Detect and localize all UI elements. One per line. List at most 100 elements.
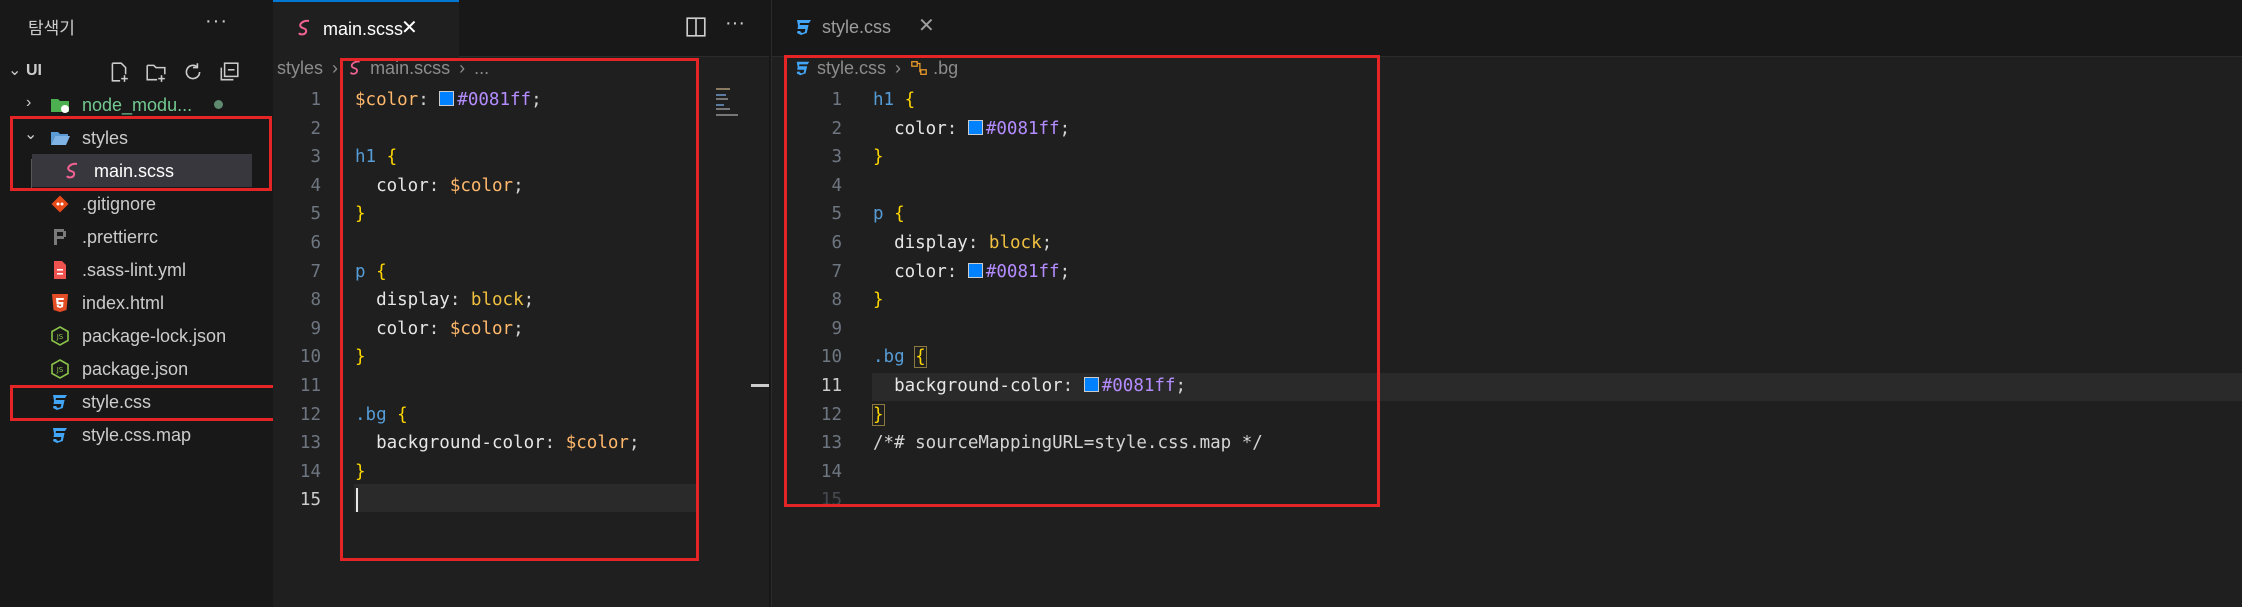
code-line: background-color: $color; [376, 433, 640, 454]
line-number: 14 [820, 461, 842, 482]
explorer-header: 탐색기 ··· [0, 0, 273, 56]
tab-bar: main.scss ✕ ··· [273, 0, 769, 58]
chevron-right-icon: › [332, 58, 339, 78]
line-number: 8 [831, 290, 842, 311]
node-icon: JS [51, 326, 69, 346]
chevron-down-icon: ⌄ [24, 126, 38, 143]
new-folder-icon[interactable] [145, 61, 167, 83]
close-icon[interactable]: ✕ [401, 15, 418, 40]
line-number: 10 [820, 347, 842, 368]
line-number: 12 [820, 404, 842, 425]
css-icon [796, 61, 810, 76]
tree-item-label: style.css.map [82, 425, 192, 445]
line-number: 10 [299, 347, 321, 368]
tree-item-prettierrc[interactable]: .prettierrc [0, 220, 273, 253]
line-number: 13 [820, 433, 842, 454]
sass-icon [298, 19, 310, 36]
explorer-sidebar: 탐색기 ··· ⌄ UI › node_modu... ⌄ styles mai… [0, 0, 299, 607]
split-editor-icon[interactable] [685, 16, 707, 38]
color-swatch[interactable] [967, 119, 983, 135]
folder-name: UI [26, 62, 42, 79]
tree-item-gitignore[interactable]: .gitignore [0, 187, 273, 220]
css-icon [797, 20, 811, 35]
more-actions-icon[interactable]: ··· [205, 10, 228, 33]
css-icon [53, 395, 67, 410]
code-line: color: $color; [376, 175, 524, 196]
symbol-class-icon [911, 61, 927, 75]
line-number: 14 [299, 461, 321, 482]
tree-item-sass-lint[interactable]: .sass-lint.yml [0, 253, 273, 286]
line-number: 11 [299, 376, 321, 396]
folder-icon [51, 99, 69, 113]
code-line: } [355, 347, 366, 368]
line-number: 1 [831, 90, 842, 110]
tree-item-label: main.scss [94, 161, 175, 181]
code-line: display: block; [894, 233, 1053, 253]
tab-main-scss[interactable]: main.scss ✕ [273, 0, 459, 58]
line-number: 9 [310, 318, 321, 339]
color-swatch[interactable] [439, 91, 455, 106]
breadcrumb-file[interactable]: style.css [817, 58, 886, 78]
line-number: 3 [310, 147, 321, 168]
breadcrumb-folder[interactable]: styles [277, 58, 323, 78]
breadcrumb-file[interactable]: main.scss [370, 58, 450, 78]
folder-ui[interactable]: ⌄ UI [0, 57, 273, 85]
tree-item-label: .gitignore [82, 194, 157, 214]
text-cursor [356, 488, 358, 512]
code-line: .bg { [873, 346, 927, 369]
color-swatch[interactable] [1083, 377, 1099, 392]
code-comment: /*# sourceMappingURL=style.css.map */ [873, 433, 1263, 454]
chevron-right-icon: › [26, 94, 32, 111]
line-number: 6 [831, 233, 842, 253]
svg-text:JS: JS [56, 366, 64, 374]
tree-item-node-modules[interactable]: › node_modu... [0, 88, 273, 121]
modified-dot-icon [214, 100, 223, 109]
code-line: p { [873, 204, 905, 225]
line-number: 8 [310, 290, 321, 311]
tree-item-style-css[interactable]: style.css [0, 385, 273, 418]
refresh-icon[interactable] [182, 61, 204, 83]
tree-item-label: .sass-lint.yml [82, 260, 187, 280]
more-actions-icon[interactable]: ··· [725, 12, 745, 35]
git-icon [51, 195, 69, 213]
tree-item-styles[interactable]: ⌄ styles [0, 121, 273, 154]
line-number: 5 [310, 204, 321, 225]
line-number: 2 [831, 118, 842, 139]
chevron-right-icon: › [895, 58, 902, 78]
tree-item-package-json[interactable]: JS package.json [0, 352, 273, 385]
breadcrumb-more[interactable]: ... [474, 58, 489, 78]
tree-item-main-scss[interactable]: main.scss [32, 154, 252, 187]
code-line: h1 { [873, 90, 916, 110]
sass-icon [349, 60, 360, 75]
scrollbar-indicator[interactable] [751, 384, 769, 387]
new-file-icon[interactable] [108, 61, 130, 83]
chevron-right-icon: › [459, 58, 466, 78]
tab-label: main.scss [323, 19, 404, 39]
tree-item-style-css-map[interactable]: style.css.map [0, 418, 273, 451]
tab-style-css[interactable]: style.css ✕ [772, 0, 952, 56]
line-number-current: 11 [820, 376, 842, 396]
node-icon: JS [51, 359, 69, 379]
minimap[interactable] [716, 86, 744, 126]
code-line: color: #0081ff; [894, 118, 1071, 139]
chevron-down-icon: ⌄ [8, 62, 22, 79]
breadcrumb: styles › main.scss › ... [277, 58, 489, 86]
css-icon [53, 428, 67, 443]
line-number: 4 [831, 175, 842, 196]
code-line: } [872, 403, 885, 426]
tree-item-label: node_modu... [82, 95, 193, 115]
code-line: display: block; [376, 290, 535, 311]
code-line: $color: #0081ff; [355, 90, 542, 110]
tree-item-label: index.html [82, 293, 165, 313]
tree-item-label: .prettierrc [82, 227, 159, 247]
sass-icon [66, 162, 78, 179]
close-icon[interactable]: ✕ [918, 13, 935, 38]
line-number: 2 [310, 118, 321, 139]
line-number: 7 [310, 261, 321, 282]
collapse-all-icon[interactable] [218, 61, 240, 83]
line-number: 12 [299, 404, 321, 425]
tree-item-package-lock[interactable]: JS package-lock.json [0, 319, 273, 352]
tree-item-index-html[interactable]: index.html [0, 286, 273, 319]
color-swatch[interactable] [967, 262, 983, 278]
breadcrumb-symbol[interactable]: .bg [933, 58, 958, 78]
